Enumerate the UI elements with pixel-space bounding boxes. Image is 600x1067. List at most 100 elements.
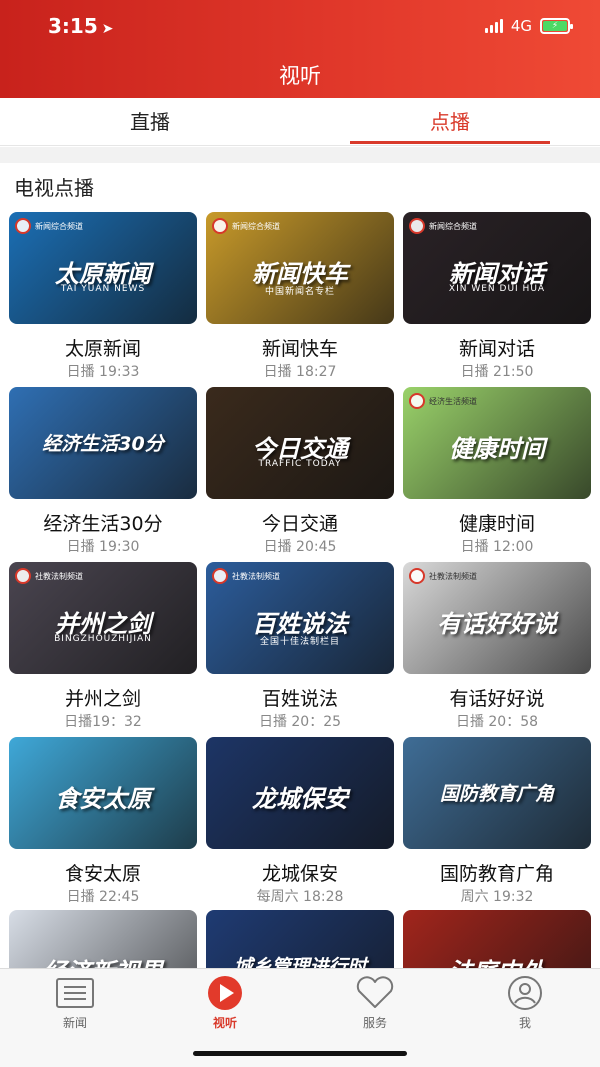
channel-name: 社教法制频道 xyxy=(232,571,280,581)
thumbnail-title: 经济生活30分 xyxy=(42,433,164,455)
section-divider xyxy=(0,147,600,163)
channel-logo: 新闻综合频道 xyxy=(15,218,83,234)
channel-logo-icon xyxy=(409,393,425,409)
program-name: 龙城保安 xyxy=(261,863,338,885)
program-schedule: 日播 21:50 xyxy=(460,364,534,380)
program-thumbnail[interactable]: 新闻综合频道 新闻快车 中国新闻名专栏 xyxy=(206,212,394,324)
program-name: 有话好好说 xyxy=(449,688,545,710)
thumbnail-subtitle: XIN WEN DUI HUA xyxy=(448,284,546,294)
location-arrow-icon: ➤ xyxy=(101,21,114,37)
program-item[interactable]: 社教法制频道 并州之剑 BINGZHOUZHIJIAN 并州之剑日播19：32 xyxy=(9,562,197,731)
program-schedule: 日播 19:33 xyxy=(66,364,140,380)
tab-live[interactable]: 直播 xyxy=(0,98,300,146)
program-item[interactable]: 国防教育广角 国防教育广角 周六 19:32 xyxy=(403,737,591,906)
thumbnail-title: 国防教育广角 xyxy=(439,783,554,805)
program-thumbnail[interactable]: 新闻综合频道 新闻对话 XIN WEN DUI HUA xyxy=(403,212,591,324)
program-item[interactable]: 龙城保安 龙城保安 每周六 18:28 xyxy=(206,737,394,906)
program-schedule: 日播 20：58 xyxy=(455,714,539,730)
program-name: 经济生活30分 xyxy=(43,513,163,535)
channel-logo-icon xyxy=(15,218,31,234)
thumbnail-title: 龙城保安 xyxy=(252,785,348,813)
program-schedule: 日播19：32 xyxy=(64,714,142,730)
program-thumbnail[interactable]: 社教法制频道 并州之剑 BINGZHOUZHIJIAN xyxy=(9,562,197,674)
tabbar-item-news[interactable]: 新闻 xyxy=(0,975,150,1031)
program-item[interactable]: 食安太原 食安太原 日播 22:45 xyxy=(9,737,197,906)
program-name: 食安太原 xyxy=(64,863,141,885)
tabbar-label: 新闻 xyxy=(62,1016,87,1030)
program-thumbnail[interactable]: 经济生活30分 xyxy=(9,387,197,499)
thumbnail-title: 有话好好说 xyxy=(437,610,557,638)
program-name: 新闻快车 xyxy=(261,338,338,360)
channel-name: 社教法制频道 xyxy=(35,571,83,581)
tab-on-demand[interactable]: 点播 xyxy=(300,98,600,146)
program-item[interactable]: 社教法制频道 百姓说法 全国十佳法制栏目百姓说法日播 20：25 xyxy=(206,562,394,731)
tab-indicator xyxy=(350,141,550,144)
segment-tabs: 直播 点播 xyxy=(0,98,600,146)
program-schedule: 日播 22:45 xyxy=(66,889,140,905)
newspaper-icon xyxy=(55,975,95,1011)
home-indicator xyxy=(193,1051,407,1056)
program-schedule: 周六 19:32 xyxy=(460,889,534,905)
app-header: 3:15 ➤ 4G ⚡ 视听 xyxy=(0,0,600,98)
program-thumbnail[interactable]: 社教法制频道有话好好说 xyxy=(403,562,591,674)
tabbar-item-me[interactable]: 我 xyxy=(450,975,600,1031)
channel-name: 经济生活频道 xyxy=(429,396,477,406)
page-title: 视听 xyxy=(279,64,321,88)
program-schedule: 日播 20：25 xyxy=(258,714,342,730)
channel-logo-icon xyxy=(212,218,228,234)
thumbnail-title: 食安太原 xyxy=(55,785,151,813)
program-schedule: 日播 12:00 xyxy=(460,539,534,555)
channel-name: 新闻综合频道 xyxy=(232,221,280,231)
program-thumbnail[interactable]: 龙城保安 xyxy=(206,737,394,849)
program-item[interactable]: 今日交通 TRAFFIC TODAY 今日交通日播 20:45 xyxy=(206,387,394,556)
program-item[interactable]: 社教法制频道 有话好好说 有话好好说 日播 20：58 xyxy=(403,562,591,731)
tabbar-label: 视听 xyxy=(212,1016,237,1030)
channel-logo: 新闻综合频道 xyxy=(212,218,280,234)
thumbnail-subtitle: 全国十佳法制栏目 xyxy=(259,637,340,647)
status-indicators: 4G ⚡ xyxy=(484,17,573,35)
program-item[interactable]: 新闻综合频道 太原新闻 TAI YUAN NEWS 太原新闻日播 19:33 xyxy=(9,212,197,381)
thumbnail-subtitle: 中国新闻名专栏 xyxy=(264,287,335,297)
channel-logo: 社教法制频道 xyxy=(409,568,477,584)
status-time: 3:15 ➤ xyxy=(48,14,114,38)
program-thumbnail[interactable]: 新闻综合频道 太原新闻 TAI YUAN NEWS xyxy=(9,212,197,324)
program-thumbnail[interactable]: 国防教育广角 xyxy=(403,737,591,849)
program-item[interactable]: 经济生活30分 经济生活30分日播 19:30 xyxy=(9,387,197,556)
channel-logo: 社教法制频道 xyxy=(15,568,83,584)
thumbnail-subtitle: TRAFFIC TODAY xyxy=(258,459,342,469)
battery-icon: ⚡ xyxy=(540,18,573,34)
program-name: 并州之剑 xyxy=(64,688,141,710)
program-thumbnail[interactable]: 经济生活频道 健康时间 xyxy=(403,387,591,499)
tabbar-item-service[interactable]: 服务 xyxy=(300,975,450,1031)
section-title: 电视点播 xyxy=(14,176,94,200)
program-item[interactable]: 新闻综合频道 新闻对话 XIN WEN DUI HUA 新闻对话日播 21:50 xyxy=(403,212,591,381)
program-item[interactable]: 新闻综合频道 新闻快车 中国新闻名专栏新闻快车日播 18:27 xyxy=(206,212,394,381)
channel-name: 社教法制频道 xyxy=(429,571,477,581)
channel-logo: 经济生活频道 xyxy=(409,393,477,409)
program-name: 太原新闻 xyxy=(64,338,141,360)
network-type: 4G xyxy=(510,17,532,35)
channel-logo-icon xyxy=(409,218,425,234)
program-name: 百姓说法 xyxy=(261,688,338,710)
channel-name: 新闻综合频道 xyxy=(35,221,83,231)
heart-icon xyxy=(355,975,395,1011)
program-thumbnail[interactable]: 食安太原 xyxy=(9,737,197,849)
thumbnail-subtitle: BINGZHOUZHIJIAN xyxy=(54,634,152,644)
program-schedule: 日播 19:30 xyxy=(66,539,140,555)
program-thumbnail[interactable]: 今日交通 TRAFFIC TODAY xyxy=(206,387,394,499)
tabbar-label: 服务 xyxy=(362,1016,387,1030)
program-thumbnail[interactable]: 社教法制频道 百姓说法 全国十佳法制栏目 xyxy=(206,562,394,674)
user-icon xyxy=(505,975,545,1011)
program-name: 健康时间 xyxy=(458,513,535,535)
program-name: 今日交通 xyxy=(261,513,338,535)
program-schedule: 日播 20:45 xyxy=(263,539,337,555)
tabbar-item-video[interactable]: 视听 xyxy=(150,975,300,1031)
channel-logo-icon xyxy=(409,568,425,584)
program-name: 新闻对话 xyxy=(458,338,535,360)
signal-icon xyxy=(484,19,503,33)
channel-logo-icon xyxy=(15,568,31,584)
program-schedule: 日播 18:27 xyxy=(263,364,337,380)
thumbnail-subtitle: TAI YUAN NEWS xyxy=(60,284,146,294)
play-circle-icon xyxy=(205,975,245,1011)
program-item[interactable]: 经济生活频道 健康时间健康时间日播 12:00 xyxy=(403,387,591,556)
